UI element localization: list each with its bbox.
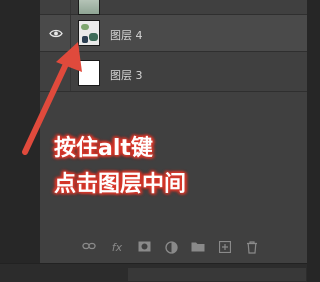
canvas-area-left (0, 0, 40, 281)
annotation-line-2: 点击图层中间 (54, 172, 187, 197)
panel-bottom-bar (0, 263, 307, 282)
layer-thumbnail[interactable] (78, 0, 100, 15)
fx-icon[interactable]: fx (109, 241, 125, 255)
annotation-line-1: 按住alt键 (54, 136, 153, 161)
scroll-area (128, 268, 306, 281)
layer-name[interactable]: 图层 3 (110, 67, 143, 83)
layer-row-3[interactable]: 图层 3 (40, 55, 307, 92)
eye-icon[interactable] (49, 29, 63, 38)
layer-row-4[interactable]: 图层 4 (40, 15, 307, 52)
link-layers-icon[interactable] (81, 241, 97, 255)
layers-toolbar: fx (40, 232, 307, 263)
layer-thumbnail[interactable] (78, 20, 100, 46)
visibility-toggle[interactable] (40, 15, 71, 51)
new-layer-icon[interactable] (217, 240, 233, 255)
visibility-toggle[interactable] (40, 55, 71, 91)
delete-layer-icon[interactable] (244, 241, 260, 255)
layer-row-top[interactable] (40, 0, 307, 15)
new-group-icon[interactable] (190, 241, 206, 255)
adjustment-layer-icon[interactable] (163, 241, 179, 255)
layer-name[interactable]: 图层 4 (110, 27, 143, 43)
layers-empty-area (40, 92, 307, 232)
visibility-toggle[interactable] (40, 0, 71, 14)
layer-thumbnail[interactable] (78, 60, 100, 86)
add-mask-icon[interactable] (136, 241, 152, 255)
